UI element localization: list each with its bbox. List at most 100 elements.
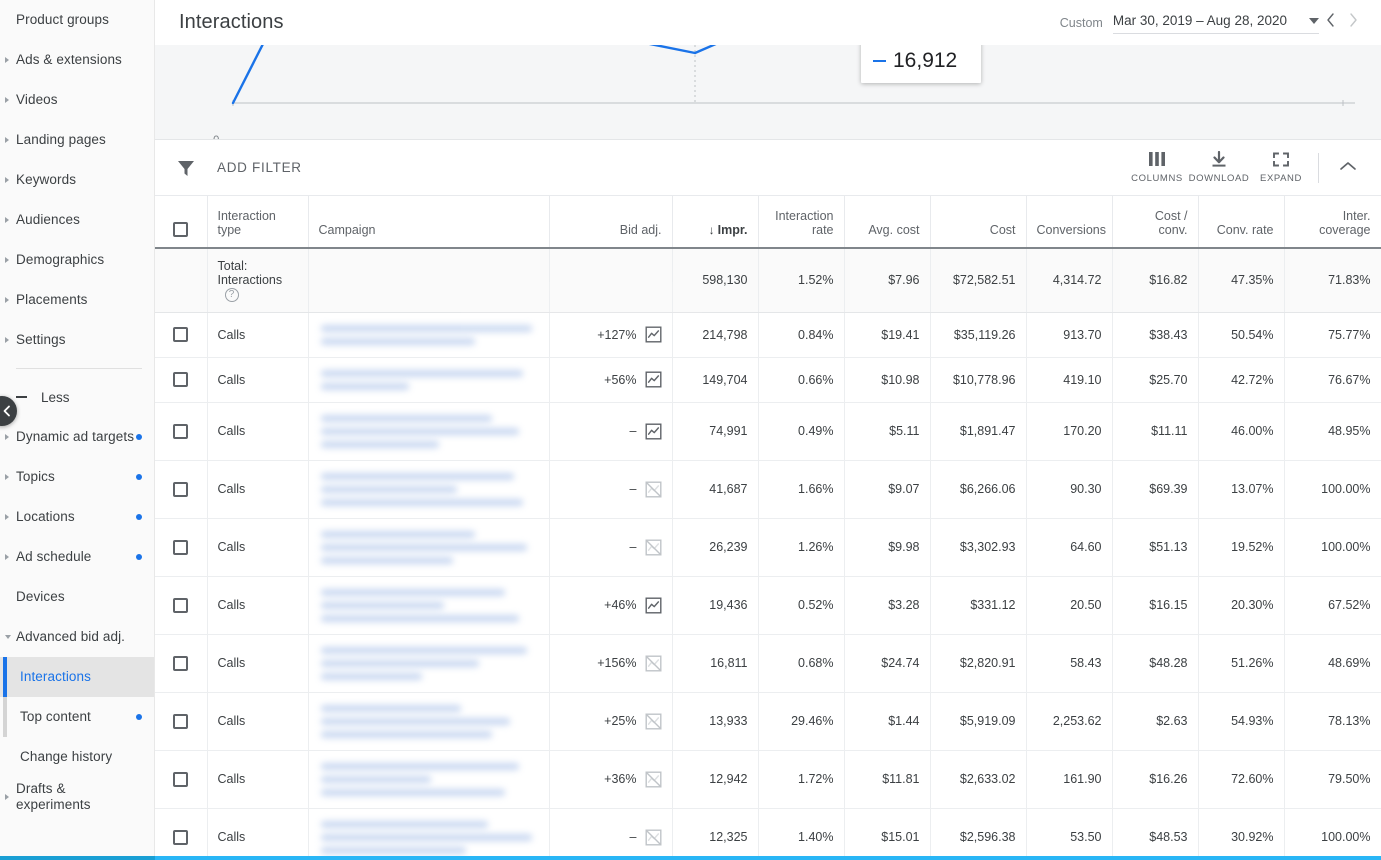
sidebar-item-videos[interactable]: Videos	[0, 80, 154, 120]
add-filter-button[interactable]: ADD FILTER	[217, 160, 302, 175]
table-row[interactable]: Calls – 12,325 1.40% $15.01 $2,596.38 53.50 $48…	[155, 808, 1381, 856]
column-header-interaction-type[interactable]: Interaction type	[207, 196, 309, 249]
select-all-header[interactable]	[155, 196, 208, 249]
chart-disabled-icon[interactable]	[645, 481, 662, 498]
table-row[interactable]: Calls – 74,991 0.49% $5.11 $1,891.47 170.20 $11…	[155, 402, 1381, 461]
select-all-checkbox[interactable]	[173, 222, 189, 237]
chart-enabled-icon[interactable]	[645, 371, 662, 388]
date-range-value-wrap[interactable]: Mar 30, 2019 – Aug 28, 2020	[1112, 11, 1319, 34]
row-select-cell[interactable]	[155, 808, 208, 856]
download-button[interactable]: DOWNLOAD	[1188, 151, 1250, 184]
bid-adj-cell[interactable]: –	[549, 518, 673, 577]
sidebar-item-dynamic-ad-targets[interactable]: Dynamic ad targets	[0, 417, 154, 457]
columns-button[interactable]: COLUMNS	[1126, 151, 1188, 184]
campaign-cell-redacted[interactable]	[308, 576, 550, 635]
sidebar-item-settings[interactable]: Settings	[0, 320, 154, 360]
column-header-interaction-rate[interactable]: Interaction rate	[758, 196, 845, 249]
campaign-cell-redacted[interactable]	[308, 460, 550, 519]
funnel-icon[interactable]	[155, 158, 217, 178]
chart-disabled-icon[interactable]	[645, 655, 662, 672]
chart-enabled-icon[interactable]	[645, 597, 662, 614]
sidebar-item-keywords[interactable]: Keywords	[0, 160, 154, 200]
bid-adj-cell[interactable]: +36%	[549, 750, 673, 809]
row-checkbox[interactable]	[173, 423, 189, 439]
row-select-cell[interactable]	[155, 312, 208, 358]
column-header-cost-conv[interactable]: Cost / conv.	[1112, 196, 1199, 249]
sidebar-item-placements[interactable]: Placements	[0, 280, 154, 320]
chart-disabled-icon[interactable]	[645, 771, 662, 788]
table-row[interactable]: Calls +36% 12,942 1.72% $11.81 $2,633.02 161.9…	[155, 750, 1381, 809]
table-row[interactable]: Calls +46% 19,436 0.52% $3.28 $331.12 20.50 $16…	[155, 576, 1381, 635]
bid-adj-cell[interactable]: +56%	[549, 357, 673, 403]
campaign-cell-redacted[interactable]	[308, 357, 550, 403]
column-header-inter-coverage[interactable]: Inter. coverage	[1284, 196, 1381, 249]
sidebar-item-product-groups[interactable]: Product groups	[0, 0, 154, 40]
row-select-cell[interactable]	[155, 634, 208, 693]
date-next-button[interactable]	[1342, 8, 1365, 37]
sidebar-item-locations[interactable]: Locations	[0, 497, 154, 537]
table-row[interactable]: Calls +127% 214,798 0.84% $19.41 $35,119.26 91…	[155, 312, 1381, 358]
bid-adj-cell[interactable]: –	[549, 460, 673, 519]
column-header-conversions[interactable]: Conversions	[1026, 196, 1113, 249]
row-select-cell[interactable]	[155, 460, 208, 519]
sidebar-item-change-history[interactable]: Change history	[0, 737, 154, 777]
column-header-impr[interactable]: ↓ Impr.	[672, 196, 759, 249]
table-row[interactable]: Calls +25% 13,933 29.46% $1.44 $5,919.09 2,253…	[155, 692, 1381, 751]
bid-adj-cell[interactable]: +156%	[549, 634, 673, 693]
row-checkbox[interactable]	[173, 481, 189, 497]
table-row[interactable]: Calls +56% 149,704 0.66% $10.98 $10,778.96 419…	[155, 357, 1381, 403]
campaign-cell-redacted[interactable]	[308, 518, 550, 577]
chart-enabled-icon[interactable]	[645, 423, 662, 440]
sidebar-item-devices[interactable]: Devices	[0, 577, 154, 617]
sidebar-item-advanced-bid-adj[interactable]: Advanced bid adj.	[0, 617, 154, 657]
bid-adj-cell[interactable]: –	[549, 402, 673, 461]
table-row[interactable]: Calls – 41,687 1.66% $9.07 $6,266.06 90.30 $69.…	[155, 460, 1381, 519]
chart-disabled-icon[interactable]	[645, 539, 662, 556]
row-select-cell[interactable]	[155, 692, 208, 751]
sidebar-item-topics[interactable]: Topics	[0, 457, 154, 497]
chart-disabled-icon[interactable]	[645, 713, 662, 730]
row-checkbox[interactable]	[173, 597, 189, 613]
row-select-cell[interactable]	[155, 402, 208, 461]
row-select-cell[interactable]	[155, 576, 208, 635]
row-checkbox[interactable]	[173, 771, 189, 787]
campaign-cell-redacted[interactable]	[308, 312, 550, 358]
table-scroll-area[interactable]: Interaction type Campaign Bid adj. ↓ Impr. In…	[155, 196, 1381, 856]
row-checkbox[interactable]	[173, 372, 189, 388]
bid-adj-cell[interactable]: +46%	[549, 576, 673, 635]
row-checkbox[interactable]	[173, 539, 189, 555]
campaign-cell-redacted[interactable]	[308, 750, 550, 809]
bid-adj-cell[interactable]: +25%	[549, 692, 673, 751]
table-row[interactable]: Calls +156% 16,811 0.68% $24.74 $2,820.91 58.4…	[155, 634, 1381, 693]
chart-disabled-icon[interactable]	[645, 829, 662, 846]
date-range-picker[interactable]: Custom Mar 30, 2019 – Aug 28, 2020	[1060, 8, 1365, 37]
expand-button[interactable]: EXPAND	[1250, 151, 1312, 184]
sidebar-item-demographics[interactable]: Demographics	[0, 240, 154, 280]
campaign-cell-redacted[interactable]	[308, 808, 550, 856]
row-checkbox[interactable]	[173, 713, 189, 729]
column-header-conv-rate[interactable]: Conv. rate	[1198, 196, 1285, 249]
bid-adj-cell[interactable]: +127%	[549, 312, 673, 358]
campaign-cell-redacted[interactable]	[308, 634, 550, 693]
interactions-chart[interactable]: 0 Mar 2019 Aug 2020 Interactions 16,912	[155, 45, 1381, 140]
collapse-chart-button[interactable]	[1331, 153, 1365, 183]
column-header-avg-cost[interactable]: Avg. cost	[844, 196, 931, 249]
column-header-bid-adj[interactable]: Bid adj.	[549, 196, 673, 249]
sidebar-item-landing-pages[interactable]: Landing pages	[0, 120, 154, 160]
date-prev-button[interactable]	[1319, 8, 1342, 37]
row-checkbox[interactable]	[173, 327, 189, 343]
help-icon[interactable]: ?	[224, 287, 239, 302]
campaign-cell-redacted[interactable]	[308, 692, 550, 751]
sidebar-item-interactions[interactable]: Interactions	[0, 657, 154, 697]
sidebar-item-audiences[interactable]: Audiences	[0, 200, 154, 240]
row-select-cell[interactable]	[155, 357, 208, 403]
sidebar-item-drafts-experiments[interactable]: Drafts & experiments	[0, 777, 154, 817]
row-select-cell[interactable]	[155, 518, 208, 577]
table-row[interactable]: Calls – 26,239 1.26% $9.98 $3,302.93 64.60 $51.…	[155, 518, 1381, 577]
sidebar-less-toggle[interactable]: Less	[0, 377, 154, 417]
sidebar-item-ads-extensions[interactable]: Ads & extensions	[0, 40, 154, 80]
row-checkbox[interactable]	[173, 655, 189, 671]
sidebar-item-top-content[interactable]: Top content	[0, 697, 154, 737]
bid-adj-cell[interactable]: –	[549, 808, 673, 856]
column-header-cost[interactable]: Cost	[930, 196, 1027, 249]
